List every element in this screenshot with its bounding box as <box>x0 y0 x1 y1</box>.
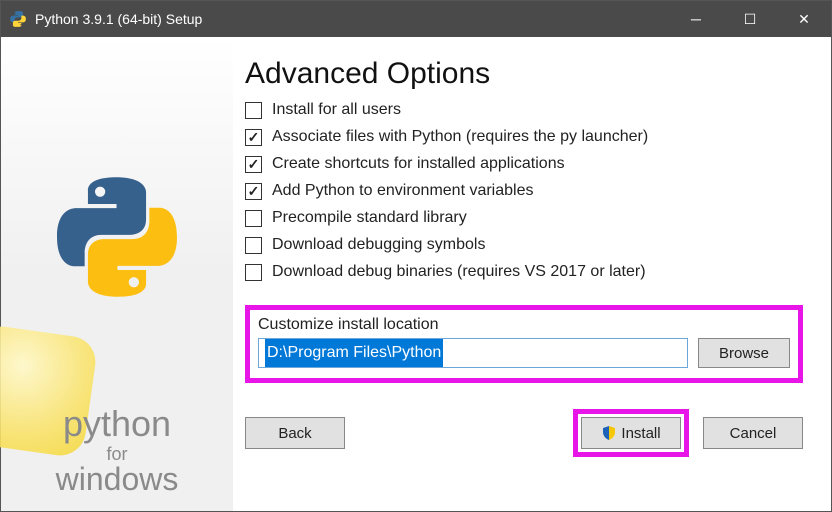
option-label: Install for all users <box>272 101 401 119</box>
cancel-button[interactable]: Cancel <box>703 417 803 449</box>
option-label: Download debug binaries (requires VS 201… <box>272 263 646 281</box>
brand-text: python for windows <box>56 405 179 497</box>
title-bar[interactable]: Python 3.9.1 (64-bit) Setup ─ ☐ ✕ <box>1 1 831 37</box>
option-label: Download debugging symbols <box>272 236 485 254</box>
window-body: python for windows Advanced Options Inst… <box>1 37 831 511</box>
option-label: Precompile standard library <box>272 209 467 227</box>
options-list: Install for all users Associate files wi… <box>245 101 803 281</box>
back-button[interactable]: Back <box>245 417 345 449</box>
brand-line1: python <box>56 405 179 443</box>
opt-create-shortcuts[interactable]: Create shortcuts for installed applicati… <box>245 155 803 173</box>
opt-download-debug-symbols[interactable]: Download debugging symbols <box>245 236 803 254</box>
browse-button[interactable]: Browse <box>698 338 790 368</box>
checkbox[interactable] <box>245 156 262 173</box>
footer-buttons: Back Install Cancel <box>245 409 803 457</box>
opt-install-all-users[interactable]: Install for all users <box>245 101 803 119</box>
option-label: Create shortcuts for installed applicati… <box>272 155 565 173</box>
opt-precompile-stdlib[interactable]: Precompile standard library <box>245 209 803 227</box>
install-location-label: Customize install location <box>258 316 790 334</box>
install-location-input[interactable]: D:\Program Files\Python <box>258 338 688 368</box>
maximize-button[interactable]: ☐ <box>723 1 777 37</box>
installer-window: Python 3.9.1 (64-bit) Setup ─ ☐ ✕ python… <box>0 0 832 512</box>
option-label: Add Python to environment variables <box>272 182 533 200</box>
python-icon <box>9 10 27 28</box>
install-location-group: Customize install location D:\Program Fi… <box>245 305 803 383</box>
install-button[interactable]: Install <box>581 417 681 449</box>
install-button-label: Install <box>621 425 660 442</box>
option-label: Associate files with Python (requires th… <box>272 128 648 146</box>
opt-download-debug-binaries[interactable]: Download debug binaries (requires VS 201… <box>245 263 803 281</box>
brand-line3: windows <box>56 463 179 497</box>
page-heading: Advanced Options <box>245 57 803 91</box>
checkbox[interactable] <box>245 237 262 254</box>
checkbox[interactable] <box>245 264 262 281</box>
checkbox[interactable] <box>245 183 262 200</box>
install-highlight: Install <box>573 409 689 457</box>
checkbox[interactable] <box>245 102 262 119</box>
window-controls: ─ ☐ ✕ <box>669 1 831 37</box>
opt-add-to-path[interactable]: Add Python to environment variables <box>245 182 803 200</box>
sidebar: python for windows <box>1 37 233 511</box>
checkbox[interactable] <box>245 129 262 146</box>
python-logo <box>57 177 177 297</box>
opt-associate-files[interactable]: Associate files with Python (requires th… <box>245 128 803 146</box>
close-button[interactable]: ✕ <box>777 1 831 37</box>
uac-shield-icon <box>601 425 617 441</box>
install-location-value: D:\Program Files\Python <box>265 339 443 367</box>
checkbox[interactable] <box>245 210 262 227</box>
minimize-button[interactable]: ─ <box>669 1 723 37</box>
main-panel: Advanced Options Install for all users A… <box>233 37 831 511</box>
window-title: Python 3.9.1 (64-bit) Setup <box>35 11 669 27</box>
